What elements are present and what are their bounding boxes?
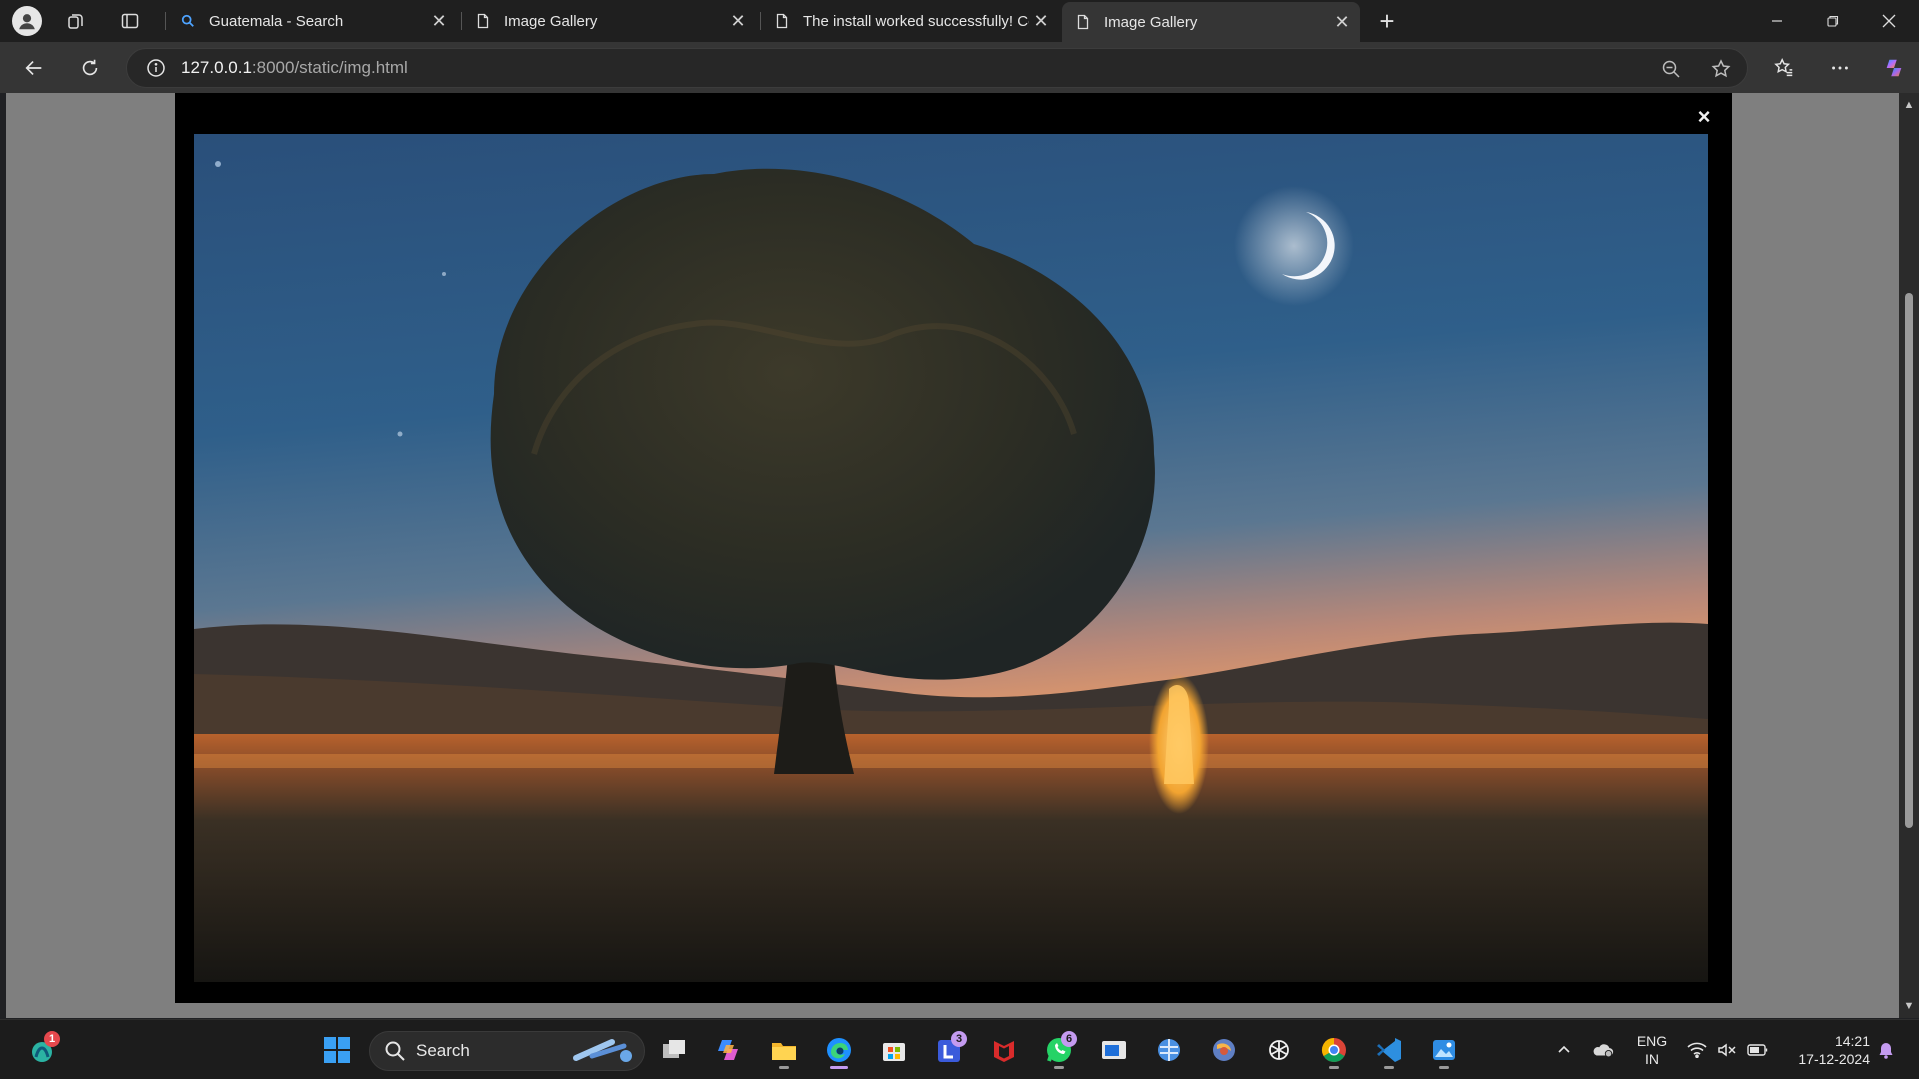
url-host: 127.0.0.1 — [181, 58, 252, 77]
start-button[interactable] — [317, 1030, 357, 1070]
microsoft-store-icon[interactable] — [874, 1030, 914, 1070]
tab-close-icon[interactable]: ✕ — [427, 9, 451, 33]
page-icon — [773, 12, 791, 30]
url-path: :8000/static/img.html — [251, 58, 408, 77]
image-modal: × — [175, 93, 1732, 1003]
tab-title: Image Gallery — [1104, 13, 1198, 31]
notification-bell-icon[interactable] — [1874, 1036, 1898, 1064]
vertical-scrollbar[interactable]: ▲ ▼ — [1899, 93, 1919, 1018]
zoom-out-icon[interactable] — [1659, 57, 1683, 81]
task-view-icon[interactable] — [654, 1030, 694, 1070]
file-explorer-icon[interactable] — [764, 1030, 804, 1070]
favorite-star-icon[interactable] — [1709, 57, 1733, 81]
whatsapp-icon[interactable]: 6 — [1039, 1030, 1079, 1070]
gallery-photo — [194, 134, 1708, 982]
vscode-icon[interactable] — [1369, 1030, 1409, 1070]
search-highlight-icon — [573, 1039, 632, 1062]
page-viewport: × — [6, 93, 1899, 1018]
volume-muted-icon[interactable] — [1714, 1036, 1740, 1064]
browser-toolbar: 127.0.0.1:8000/static/img.html — [0, 42, 1919, 93]
workspaces-icon[interactable] — [64, 9, 88, 33]
copilot-app-icon[interactable] — [709, 1030, 749, 1070]
taskbar-search-box[interactable]: Search — [369, 1031, 645, 1071]
running-indicator — [779, 1066, 789, 1069]
tab-title: The install worked successfully! Co — [803, 12, 1029, 30]
address-bar[interactable]: 127.0.0.1:8000/static/img.html — [126, 48, 1748, 88]
browser-orb-icon[interactable] — [1204, 1030, 1244, 1070]
windows-taskbar: 1 Search 3 6 ENG IN 14:21 17-12-2024 — [0, 1019, 1919, 1079]
modal-close-button[interactable]: × — [1692, 104, 1716, 129]
tab-guatemala-search[interactable]: Guatemala - Search ✕ — [167, 0, 457, 42]
running-indicator — [1329, 1066, 1339, 1069]
page-icon — [474, 12, 492, 30]
vertical-tabs-icon[interactable] — [118, 9, 142, 33]
more-options-icon[interactable] — [1824, 52, 1856, 84]
running-indicator — [1384, 1066, 1394, 1069]
notification-badge: 6 — [1061, 1031, 1077, 1047]
search-icon — [385, 1041, 405, 1061]
network-app-icon[interactable] — [1149, 1030, 1189, 1070]
teams-icon[interactable]: 3 — [929, 1030, 969, 1070]
language-code: ENG — [1636, 1033, 1668, 1049]
tab-strip: Guatemala - Search ✕ Image Gallery ✕ The… — [0, 0, 1919, 42]
new-tab-button[interactable]: + — [1373, 6, 1401, 36]
profile-avatar-icon[interactable] — [12, 6, 42, 36]
active-indicator — [830, 1066, 848, 1069]
scroll-down-icon[interactable]: ▼ — [1903, 1000, 1915, 1012]
tab-close-icon[interactable]: ✕ — [726, 9, 750, 33]
tab-title: Image Gallery — [504, 12, 598, 30]
search-label: Search — [416, 1041, 470, 1060]
back-button[interactable] — [18, 52, 50, 84]
search-icon — [179, 12, 197, 30]
app-window-icon[interactable] — [1094, 1030, 1134, 1070]
clock-time: 14:21 — [1834, 1033, 1870, 1049]
scroll-up-icon[interactable]: ▲ — [1903, 99, 1915, 111]
tab-image-gallery-active[interactable]: Image Gallery ✕ — [1062, 2, 1360, 42]
tab-install-worked[interactable]: The install worked successfully! Co ✕ — [761, 0, 1059, 42]
region-code: IN — [1645, 1051, 1659, 1067]
refresh-button[interactable] — [74, 52, 106, 84]
chatgpt-icon[interactable] — [1259, 1030, 1299, 1070]
clock-date: 17-12-2024 — [1798, 1051, 1870, 1067]
tab-image-gallery-1[interactable]: Image Gallery ✕ — [462, 0, 756, 42]
favorites-icon[interactable] — [1768, 52, 1800, 84]
show-hidden-icons-chevron-icon[interactable] — [1552, 1036, 1576, 1064]
minimize-button[interactable] — [1749, 0, 1805, 42]
close-window-button[interactable] — [1861, 0, 1917, 42]
chrome-icon[interactable] — [1314, 1030, 1354, 1070]
battery-icon[interactable] — [1744, 1036, 1772, 1064]
system-clock[interactable]: 14:21 17-12-2024 — [1782, 1032, 1870, 1068]
wifi-icon[interactable] — [1684, 1036, 1710, 1064]
tab-title: Guatemala - Search — [209, 12, 344, 30]
notification-badge: 1 — [44, 1031, 60, 1047]
moonlit-tree-landscape-image — [194, 134, 1708, 982]
page-icon — [1074, 13, 1092, 31]
running-indicator — [1439, 1066, 1449, 1069]
notification-badge: 3 — [951, 1031, 967, 1047]
edge-icon[interactable] — [819, 1030, 859, 1070]
tab-close-icon[interactable]: ✕ — [1029, 9, 1053, 33]
onedrive-cloud-icon[interactable] — [1588, 1036, 1618, 1064]
widgets-icon[interactable]: 1 — [22, 1030, 62, 1070]
mcafee-icon[interactable] — [984, 1030, 1024, 1070]
photos-icon[interactable] — [1424, 1030, 1464, 1070]
tab-close-icon[interactable]: ✕ — [1330, 10, 1354, 34]
language-indicator[interactable]: ENG IN — [1632, 1032, 1672, 1068]
site-info-icon[interactable] — [145, 57, 167, 79]
restore-button[interactable] — [1805, 0, 1861, 42]
scroll-thumb[interactable] — [1905, 293, 1913, 828]
copilot-icon[interactable] — [1878, 52, 1910, 84]
running-indicator — [1054, 1066, 1064, 1069]
